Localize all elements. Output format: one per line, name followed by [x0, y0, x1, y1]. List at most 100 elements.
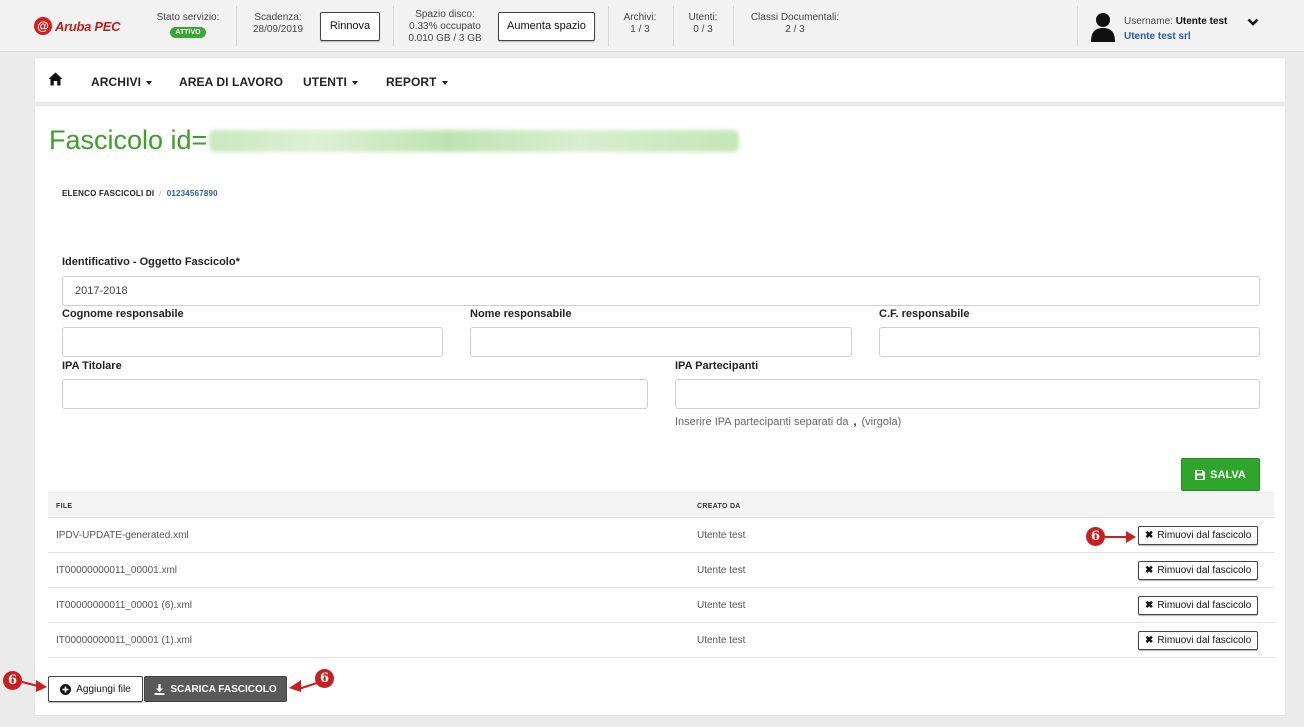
ipa-help-text: Inserire IPA partecipanti separati da, (v…: [675, 416, 901, 428]
page-title-text: Fascicolo id=: [49, 125, 208, 155]
remove-label: Rimuovi dal fascicolo: [1157, 565, 1252, 576]
remove-label: Rimuovi dal fascicolo: [1157, 530, 1252, 541]
breadcrumb-parent[interactable]: ELENCO FASCICOLI DI: [62, 189, 154, 198]
ipa-partecipanti-input[interactable]: [675, 379, 1260, 409]
remove-from-fascicolo-button[interactable]: ✖ Rimuovi dal fascicolo: [1138, 561, 1259, 580]
annotation-marker: 6: [315, 669, 334, 688]
ipa-titolare-label: IPA Titolare: [62, 360, 122, 372]
arrow-head-right-icon: [36, 680, 47, 692]
users-label: Utenti:: [688, 12, 718, 23]
table-row: IT00000000011_00001.xml Utente test ✖ Rim…: [48, 553, 1274, 588]
arrow-head-right-icon: [1126, 531, 1136, 543]
disk-space-usage: 0.010 GB / 3 GB: [408, 33, 482, 44]
breadcrumb: ELENCO FASCICOLI DI / 01234567890: [62, 189, 218, 198]
download-fascicolo-button[interactable]: SCARICA FASCICOLO: [144, 676, 287, 702]
username-row: Username: Utente test: [1124, 14, 1227, 29]
user-avatar-icon[interactable]: [1090, 11, 1116, 46]
nav-report[interactable]: REPORT: [386, 75, 448, 89]
remove-from-fascicolo-button[interactable]: ✖ Rimuovi dal fascicolo: [1138, 631, 1259, 650]
ipa-partecipanti-label: IPA Partecipanti: [675, 360, 759, 372]
archives-value: 1 / 3: [630, 24, 650, 35]
expiry-label: Scadenza:: [254, 12, 302, 23]
cognome-input[interactable]: [62, 327, 443, 357]
divider: [1077, 6, 1078, 46]
increase-space-button[interactable]: Aumenta spazio: [498, 12, 595, 41]
nav-area-di-lavoro[interactable]: AREA DI LAVORO: [179, 75, 283, 89]
file-name: IT00000000011_00001 (6).xml: [56, 600, 193, 611]
divider: [608, 6, 609, 46]
close-icon: ✖: [1145, 530, 1154, 541]
caret-down-icon: [351, 80, 358, 85]
expiry-date: 28/09/2019: [252, 24, 304, 35]
col-file-header: FILE: [56, 503, 73, 510]
created-by: Utente test: [697, 565, 746, 576]
document-classes-count: Classi Documentali: 2 / 3: [742, 12, 848, 36]
annotation-marker: 6: [1086, 527, 1105, 546]
table-header: FILE CREATO DA: [48, 492, 1274, 518]
nav-report-label: REPORT: [386, 75, 437, 89]
nav-area-label: AREA DI LAVORO: [179, 75, 284, 89]
add-file-button[interactable]: Aggiungi file: [48, 676, 143, 702]
page-title: Fascicolo id=: [49, 125, 740, 156]
divider: [393, 6, 394, 46]
document-classes-value: 2 / 3: [785, 24, 805, 35]
username-value: Utente test: [1175, 16, 1228, 27]
service-status-label: Stato servizio:: [156, 12, 220, 23]
close-icon: ✖: [1145, 600, 1154, 611]
chevron-down-icon[interactable]: [1247, 17, 1259, 30]
cf-input[interactable]: [879, 327, 1260, 357]
remove-from-fascicolo-button[interactable]: ✖ Rimuovi dal fascicolo: [1138, 596, 1259, 615]
nome-input[interactable]: [470, 327, 852, 357]
caret-down-icon: [441, 80, 448, 85]
remove-from-fascicolo-button[interactable]: ✖ Rimuovi dal fascicolo: [1138, 526, 1259, 545]
aruba-at-icon: @: [34, 17, 52, 35]
nome-label: Nome responsabile: [470, 308, 572, 320]
table-row: IT00000000011_00001 (6).xml Utente test …: [48, 588, 1274, 623]
created-by: Utente test: [697, 530, 746, 541]
created-by: Utente test: [697, 635, 746, 646]
disk-space-label: Spazio disco:: [415, 9, 475, 20]
created-by: Utente test: [697, 600, 746, 611]
aruba-pec-logo[interactable]: @ Aruba PEC: [34, 15, 121, 37]
divider: [236, 6, 237, 46]
file-name: IT00000000011_00001.xml: [56, 565, 178, 576]
close-icon: ✖: [1145, 635, 1154, 646]
user-info[interactable]: Username: Utente test Utente test srl: [1124, 14, 1227, 44]
document-classes-label: Classi Documentali:: [750, 12, 840, 23]
help-text-pre: Inserire IPA partecipanti separati da: [675, 416, 849, 428]
users-value: 0 / 3: [693, 24, 713, 35]
arrow-head-left-icon: [289, 680, 301, 692]
cognome-label: Cognome responsabile: [62, 308, 184, 320]
plus-circle-icon: [60, 683, 72, 695]
redacted-id: [209, 129, 740, 152]
main-navbar: ARCHIVI AREA DI LAVORO UTENTI REPORT: [34, 57, 1286, 103]
ipa-titolare-input[interactable]: [62, 379, 648, 409]
close-icon: ✖: [1145, 565, 1154, 576]
floppy-disk-icon: [1195, 469, 1206, 480]
archives-label: Archivi:: [623, 12, 657, 23]
download-icon: [154, 683, 165, 695]
remove-label: Rimuovi dal fascicolo: [1157, 635, 1252, 646]
expiry-info: Scadenza: 28/09/2019: [244, 12, 312, 36]
archives-count: Archivi: 1 / 3: [614, 12, 666, 36]
oggetto-input[interactable]: [62, 276, 1260, 306]
file-name: IPDV-UPDATE-generated.xml: [56, 530, 189, 541]
remove-label: Rimuovi dal fascicolo: [1157, 600, 1252, 611]
nav-utenti-label: UTENTI: [303, 75, 347, 89]
nav-archivi-label: ARCHIVI: [91, 75, 142, 89]
user-company[interactable]: Utente test srl: [1124, 29, 1227, 44]
home-icon[interactable]: [48, 72, 63, 91]
file-name: IT00000000011_00001 (1).xml: [56, 635, 193, 646]
download-label: SCARICA FASCICOLO: [170, 683, 277, 695]
disk-space-info: Spazio disco: 0.33% occupato 0.010 GB / …: [400, 9, 490, 45]
save-button[interactable]: SALVA: [1181, 458, 1260, 491]
add-file-label: Aggiungi file: [76, 683, 131, 695]
renew-button[interactable]: Rinnova: [320, 12, 380, 41]
nav-archivi[interactable]: ARCHIVI: [91, 75, 153, 89]
nav-utenti[interactable]: UTENTI: [303, 75, 358, 89]
caret-down-icon: [146, 80, 153, 85]
help-separator-char: ,: [853, 416, 857, 428]
breadcrumb-current[interactable]: 01234567890: [167, 189, 218, 198]
help-text-post: (virgola): [861, 416, 902, 428]
annotation-marker: 6: [3, 671, 22, 690]
